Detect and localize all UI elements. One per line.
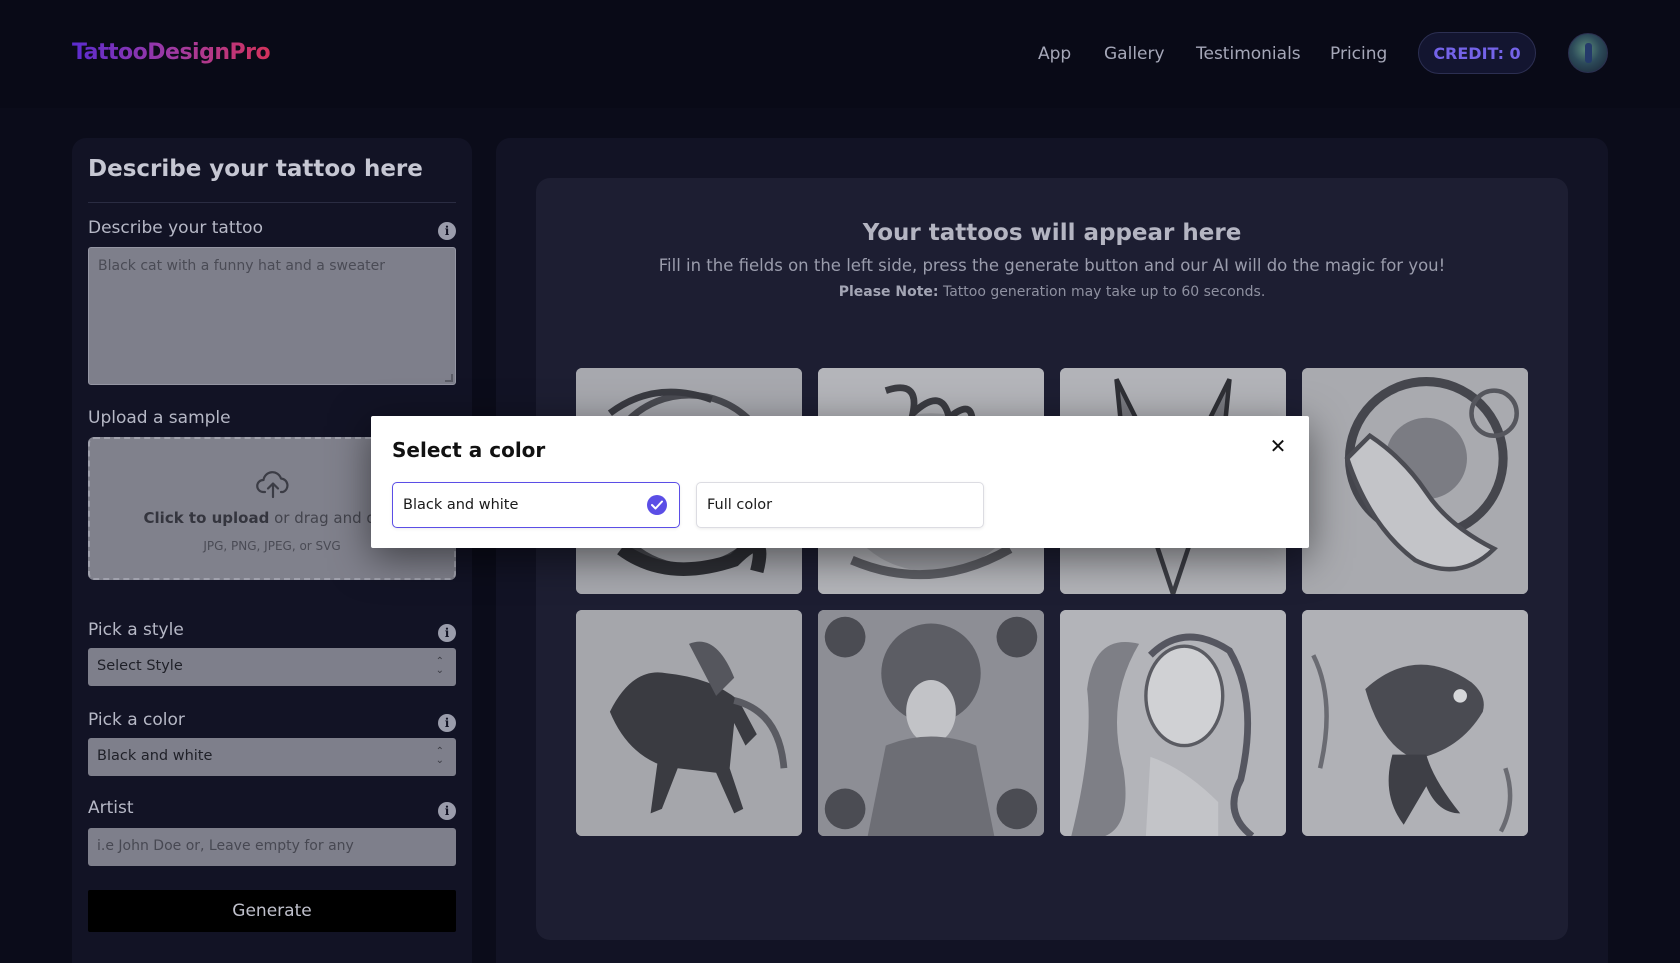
check-icon	[647, 495, 667, 515]
option-black-and-white[interactable]: Black and white	[392, 482, 680, 528]
nav-pricing[interactable]: Pricing	[1330, 44, 1387, 64]
generate-button[interactable]: Generate	[88, 890, 456, 932]
sample-tattoo-image	[1302, 368, 1528, 594]
sample-tattoo-image	[818, 610, 1044, 836]
info-icon[interactable]: i	[438, 714, 456, 732]
color-select-value: Black and white	[97, 748, 213, 764]
modal-title: Select a color	[392, 438, 546, 462]
results-title: Your tattoos will appear here	[862, 220, 1242, 246]
avatar[interactable]	[1568, 33, 1608, 73]
credit-badge[interactable]: CREDIT: 0	[1418, 32, 1536, 74]
style-label: Pick a style	[88, 620, 184, 640]
results-subtitle: Fill in the fields on the left side, pre…	[658, 256, 1446, 275]
select-arrows-icon: ⌃ ⌄	[435, 746, 444, 766]
info-icon[interactable]: i	[438, 802, 456, 820]
nav-gallery[interactable]: Gallery	[1104, 44, 1165, 64]
results-area: Your tattoos will appear here Fill in th…	[536, 178, 1568, 940]
logo[interactable]: TattooDesignPro	[72, 40, 271, 65]
style-select[interactable]: Select Style ⌃ ⌄	[88, 648, 456, 686]
artist-input[interactable]: i.e John Doe or, Leave empty for any	[88, 828, 456, 866]
nav-app[interactable]: App	[1038, 44, 1071, 64]
note-text: Tattoo generation may take up to 60 seco…	[938, 284, 1266, 300]
sample-tattoo-image	[1060, 610, 1286, 836]
tattoo-form-panel: Describe your tattoo here Describe your …	[72, 138, 472, 963]
option-label: Full color	[707, 497, 773, 513]
style-select-value: Select Style	[97, 658, 183, 674]
info-icon[interactable]: i	[438, 222, 456, 240]
results-panel: Your tattoos will appear here Fill in th…	[496, 138, 1608, 963]
color-select[interactable]: Black and white ⌃ ⌄	[88, 738, 456, 776]
results-note: Please Note: Tattoo generation may take …	[536, 284, 1568, 300]
artist-label: Artist	[88, 798, 134, 818]
upload-label: Upload a sample	[88, 408, 231, 428]
describe-placeholder: Black cat with a funny hat and a sweater	[98, 258, 386, 274]
color-select-modal: Select a color ✕ Black and white Full co…	[371, 416, 1309, 548]
option-full-color[interactable]: Full color	[696, 482, 984, 528]
close-icon[interactable]: ✕	[1268, 436, 1288, 456]
sample-tattoo-image	[1302, 610, 1528, 836]
form-title: Describe your tattoo here	[88, 156, 423, 182]
info-icon[interactable]: i	[438, 624, 456, 642]
describe-label: Describe your tattoo	[88, 218, 263, 238]
option-label: Black and white	[403, 497, 519, 513]
cloud-upload-icon	[256, 471, 289, 499]
color-label: Pick a color	[88, 710, 185, 730]
describe-textarea[interactable]: Black cat with a funny hat and a sweater	[88, 247, 456, 385]
divider	[88, 202, 456, 203]
upload-click-text[interactable]: Click to upload	[144, 509, 270, 527]
note-label: Please Note:	[838, 284, 939, 300]
sample-tattoo-image	[576, 610, 802, 836]
top-navbar: TattooDesignPro App Gallery Testimonials…	[0, 0, 1680, 108]
resize-handle-icon[interactable]	[445, 374, 453, 382]
select-arrows-icon: ⌃ ⌄	[435, 656, 444, 676]
nav-testimonials[interactable]: Testimonials	[1196, 44, 1301, 64]
artist-placeholder: i.e John Doe or, Leave empty for any	[97, 838, 354, 854]
